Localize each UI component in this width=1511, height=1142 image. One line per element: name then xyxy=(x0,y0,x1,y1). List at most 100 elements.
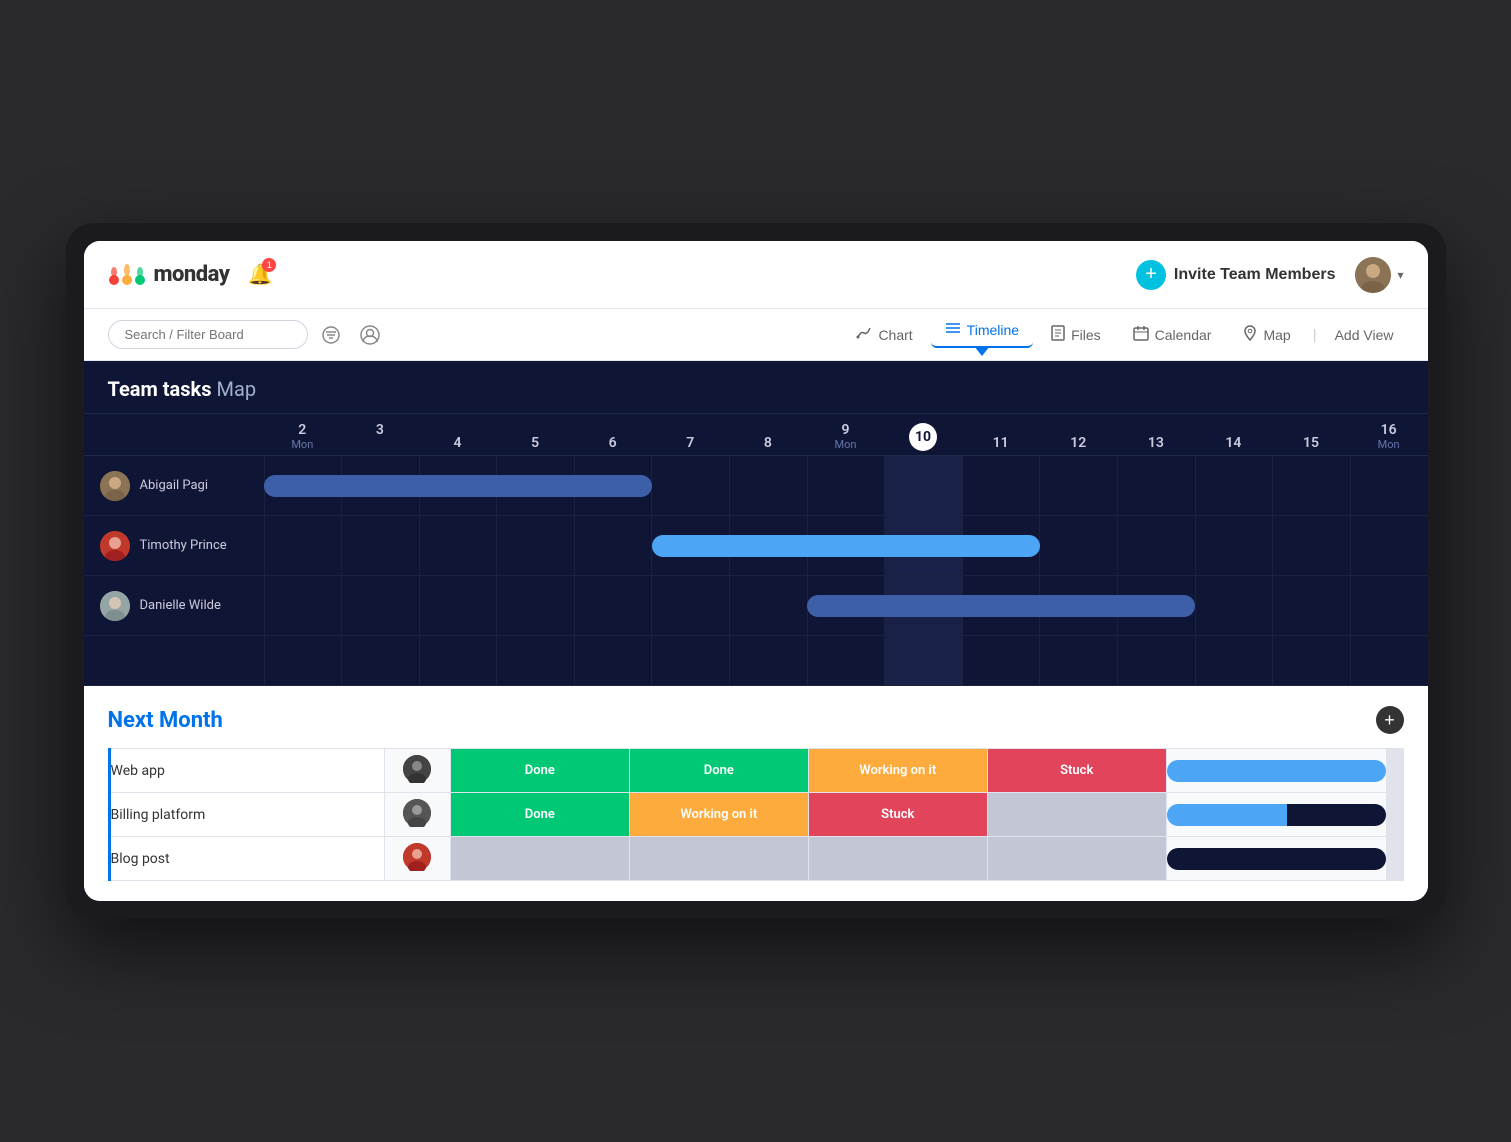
date-col-1: 2 Mon xyxy=(264,422,342,451)
invite-team-button[interactable]: + Invite Team Members xyxy=(1136,260,1336,290)
avatar-danielle xyxy=(100,591,130,621)
scroll-col-blog xyxy=(1386,837,1403,881)
tab-chart-label: Chart xyxy=(878,327,912,343)
date-col-7: 8 xyxy=(729,435,807,451)
mini-bar-billing xyxy=(1167,804,1386,826)
view-tabs: Chart Timeline xyxy=(842,314,1403,356)
files-icon xyxy=(1051,325,1065,345)
scroll-col-webapp xyxy=(1386,749,1403,793)
table-row-webapp: Web app Done xyxy=(109,749,1403,793)
notification-bell[interactable]: 🔔 1 xyxy=(247,262,272,287)
name-abigail: Abigail Pagi xyxy=(140,478,209,493)
name-timothy: Timothy Prince xyxy=(140,538,227,553)
gantt-label-timothy: Timothy Prince xyxy=(84,531,264,561)
tab-chart[interactable]: Chart xyxy=(842,319,926,351)
avatar xyxy=(1355,257,1391,293)
name-danielle: Danielle Wilde xyxy=(140,598,221,613)
date-col-8: 9 Mon xyxy=(807,422,885,451)
scroll-col-billing xyxy=(1386,793,1403,837)
filter-icon-button[interactable] xyxy=(316,322,346,348)
chevron-down-icon: ▾ xyxy=(1397,268,1403,282)
date-col-10: 11 xyxy=(962,435,1040,451)
task-avatar-billing xyxy=(384,793,450,837)
tab-calendar-label: Calendar xyxy=(1155,327,1212,343)
date-col-today: 10 xyxy=(884,423,962,451)
task-avatar-webapp xyxy=(384,749,450,793)
gantt-label-abigail: Abigail Pagi xyxy=(84,471,264,501)
bar-timothy xyxy=(652,535,1040,557)
add-task-button[interactable]: + xyxy=(1376,706,1404,734)
bar-danielle xyxy=(807,595,1195,617)
timeline-area: Team tasks Map 2 Mon 3 4 xyxy=(84,361,1428,686)
status-webapp-2: Done xyxy=(629,749,808,793)
device-frame: monday 🔔 1 + Invite Team Members xyxy=(66,223,1446,919)
status-billing-2: Working on it xyxy=(629,793,808,837)
gantt-row-danielle: Danielle Wilde xyxy=(84,576,1428,636)
avatar-blog xyxy=(403,843,431,871)
tab-timeline-label: Timeline xyxy=(967,322,1019,338)
tab-timeline[interactable]: Timeline xyxy=(931,314,1033,348)
next-month-header: Next Month + xyxy=(108,706,1404,734)
gantt-dates-row: 2 Mon 3 4 5 6 xyxy=(84,414,1428,456)
date-col-11: 12 xyxy=(1039,435,1117,451)
tab-files-label: Files xyxy=(1071,327,1101,343)
status-blog-1 xyxy=(450,837,629,881)
search-input[interactable] xyxy=(108,320,308,349)
timeline-bar-blog xyxy=(1166,837,1386,881)
gantt-rows-area: Abigail Pagi xyxy=(84,456,1428,686)
date-col-15: 16 Mon xyxy=(1350,422,1428,451)
map-icon xyxy=(1243,325,1257,345)
logo-icon xyxy=(108,264,146,286)
person-icon-button[interactable] xyxy=(354,321,386,349)
mini-bar-blog xyxy=(1167,848,1386,870)
board-name: Team tasks xyxy=(108,377,212,401)
gantt-row-abigail: Abigail Pagi xyxy=(84,456,1428,516)
logo: monday xyxy=(108,262,230,287)
status-webapp-4: Stuck xyxy=(987,749,1166,793)
user-avatar-area[interactable]: ▾ xyxy=(1355,257,1403,293)
status-billing-3: Stuck xyxy=(808,793,987,837)
date-col-4: 5 xyxy=(496,435,574,451)
next-month-title: Next Month xyxy=(108,708,223,733)
gantt-label-danielle: Danielle Wilde xyxy=(84,591,264,621)
add-view-label: Add View xyxy=(1335,327,1394,343)
date-col-13: 14 xyxy=(1195,435,1273,451)
calendar-icon xyxy=(1133,325,1149,345)
grid-danielle xyxy=(264,576,1428,635)
tab-files[interactable]: Files xyxy=(1037,319,1115,351)
notification-badge: 1 xyxy=(262,258,276,272)
tab-calendar[interactable]: Calendar xyxy=(1119,319,1226,351)
task-name-billing: Billing platform xyxy=(109,793,384,837)
invite-button-label: Invite Team Members xyxy=(1174,266,1336,284)
status-blog-3 xyxy=(808,837,987,881)
table-row-blog: Blog post xyxy=(109,837,1403,881)
grid-abigail xyxy=(264,456,1428,515)
timeline-board-title: Team tasks Map xyxy=(84,361,1428,414)
date-col-2: 3 xyxy=(341,422,419,451)
tab-map[interactable]: Map xyxy=(1229,319,1304,351)
task-name-webapp: Web app xyxy=(109,749,384,793)
table-row-billing: Billing platform Done xyxy=(109,793,1403,837)
view-name: Map xyxy=(216,377,256,401)
grid-timothy xyxy=(264,516,1428,575)
app-container: monday 🔔 1 + Invite Team Members xyxy=(84,241,1428,901)
gantt-row-timothy: Timothy Prince xyxy=(84,516,1428,576)
date-col-12: 13 xyxy=(1117,435,1195,451)
toolbar: Chart Timeline xyxy=(84,309,1428,361)
avatar-webapp xyxy=(403,755,431,783)
logo-text: monday xyxy=(154,262,230,287)
tab-map-label: Map xyxy=(1263,327,1290,343)
date-col-5: 6 xyxy=(574,435,652,451)
active-tab-indicator xyxy=(974,346,990,356)
task-name-blog: Blog post xyxy=(109,837,384,881)
gantt-row-empty xyxy=(84,636,1428,686)
date-col-6: 7 xyxy=(651,435,729,451)
chart-icon xyxy=(856,325,872,345)
timeline-bar-billing xyxy=(1166,793,1386,837)
invite-plus-icon: + xyxy=(1136,260,1166,290)
task-table: Web app Done xyxy=(108,748,1404,881)
header: monday 🔔 1 + Invite Team Members xyxy=(84,241,1428,309)
gantt-container: 2 Mon 3 4 5 6 xyxy=(84,414,1428,686)
add-view-button[interactable]: Add View xyxy=(1325,321,1404,349)
status-blog-4 xyxy=(987,837,1166,881)
